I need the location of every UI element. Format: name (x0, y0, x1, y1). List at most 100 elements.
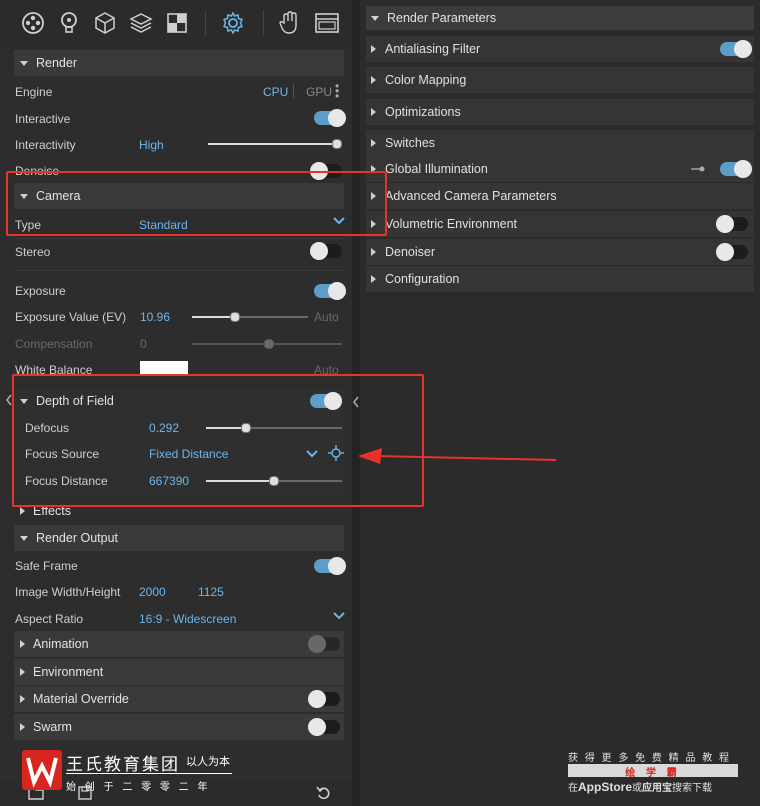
volumetric-environment-toggle[interactable] (716, 215, 748, 233)
exposure-slider-fill (192, 316, 235, 318)
interactivity-slider-knob[interactable] (332, 139, 342, 149)
stereo-label: Stereo (15, 245, 51, 259)
material-override-section-title: Material Override (33, 692, 129, 706)
rp-item-configuration[interactable]: Configuration (366, 266, 754, 292)
aspect-ratio-label: Aspect Ratio (15, 612, 84, 626)
divider (14, 270, 344, 271)
expand-triangle-icon (371, 275, 376, 283)
collapse-triangle-icon (20, 60, 28, 66)
watermark-text: 或 (632, 783, 642, 794)
animation-toggle[interactable] (308, 635, 340, 653)
watermark-right-line2: 绘 学 霸 (625, 768, 681, 779)
render-section-header[interactable]: Render (14, 50, 344, 76)
watermark-right-line1: 获 得 更 多 免 费 精 品 教 程 (568, 753, 732, 764)
toolbar-separator (205, 10, 206, 36)
watermark-underline (66, 773, 232, 774)
annotation-box-depth-of-field (12, 374, 424, 507)
exposure-slider-knob[interactable] (230, 312, 240, 322)
environment-section-title: Environment (33, 665, 104, 679)
image-width-input[interactable]: 2000 (139, 585, 166, 599)
engine-separator (293, 84, 294, 98)
watermark-text: 应用宝 (642, 783, 672, 794)
exposure-label: Exposure (15, 284, 66, 298)
chevron-down-icon[interactable] (333, 610, 345, 624)
render-section-title: Render (36, 56, 77, 70)
compensation-label: Compensation (15, 337, 93, 351)
interactivity-label: Interactivity (15, 138, 76, 152)
safe-frame-label: Safe Frame (15, 559, 78, 573)
render-output-section-header[interactable]: Render Output (14, 525, 344, 551)
exposure-value-input[interactable]: 10.96 (140, 310, 170, 324)
rp-item-switches[interactable]: Switches (366, 130, 754, 156)
image-width-height-label: Image Width/Height (15, 585, 121, 599)
denoiser-toggle[interactable] (716, 243, 748, 261)
lens-icon[interactable] (19, 9, 47, 37)
swarm-section-header[interactable]: Swarm (14, 714, 344, 740)
rp-item-advanced-camera-parameters[interactable]: Advanced Camera Parameters (366, 183, 754, 209)
watermark-slogan: 以人为本 (186, 756, 230, 768)
rp-item-denoiser[interactable]: Denoiser (366, 239, 754, 265)
rp-item-volumetric-environment[interactable]: Volumetric Environment (366, 211, 754, 237)
antialiasing-filter-toggle[interactable] (720, 40, 752, 58)
reset-icon[interactable] (316, 785, 332, 804)
annotation-box-camera (6, 171, 387, 236)
bulb-icon[interactable] (55, 9, 83, 37)
compensation-slider-knob[interactable] (264, 339, 274, 349)
material-override-section-header[interactable]: Material Override (14, 686, 344, 712)
toolbar (0, 0, 352, 46)
exposure-value-label: Exposure Value (EV) (15, 310, 127, 324)
expand-triangle-icon (20, 668, 25, 676)
stereo-toggle[interactable] (310, 242, 342, 260)
hand-icon[interactable] (276, 9, 304, 37)
render-parameters-title: Render Parameters (387, 11, 497, 25)
render-parameters-header[interactable]: Render Parameters (366, 6, 754, 30)
expand-triangle-icon (371, 248, 376, 256)
collapse-triangle-icon (20, 535, 28, 541)
exposure-auto-button[interactable]: Auto (314, 310, 339, 324)
rp-item-antialiasing-filter[interactable]: Antialiasing Filter (366, 36, 754, 62)
engine-gpu-option[interactable]: GPU (306, 85, 332, 99)
interactive-toggle[interactable] (314, 109, 346, 127)
divider (14, 238, 344, 239)
checker-icon[interactable] (163, 9, 191, 37)
image-height-input[interactable]: 1125 (198, 585, 224, 599)
expand-triangle-icon (371, 108, 376, 116)
cube-icon[interactable] (91, 9, 119, 37)
collapse-triangle-icon (371, 15, 379, 21)
more-vertical-icon[interactable]: • • • (335, 80, 339, 102)
rp-item-optimizations[interactable]: Optimizations (366, 99, 754, 125)
rp-item-label: Denoiser (385, 245, 436, 259)
interactivity-slider[interactable] (208, 143, 340, 145)
material-override-toggle[interactable] (308, 690, 340, 708)
rp-item-color-mapping[interactable]: Color Mapping (366, 67, 754, 93)
animation-section-title: Animation (33, 637, 89, 651)
engine-label: Engine (15, 85, 53, 99)
annotation-arrow-icon (358, 448, 557, 464)
watermark-right-line3: 在AppStore或应用宝搜索下载 (568, 779, 712, 794)
expand-triangle-icon (20, 640, 25, 648)
exposure-toggle[interactable] (314, 282, 346, 300)
expand-triangle-icon (371, 45, 376, 53)
rp-item-label: Antialiasing Filter (385, 42, 481, 56)
expand-triangle-icon (20, 723, 25, 731)
gear-icon[interactable] (219, 9, 247, 37)
aspect-ratio-select[interactable]: 16:9 - Widescreen (139, 612, 236, 626)
rp-item-label: Volumetric Environment (385, 217, 518, 231)
safe-frame-toggle[interactable] (314, 557, 346, 575)
white-balance-swatch[interactable] (140, 361, 188, 375)
rp-item-label: Optimizations (385, 105, 461, 119)
global-illumination-toggle[interactable] (720, 160, 752, 178)
compensation-value[interactable]: 0 (140, 337, 147, 351)
link-arrow-icon[interactable] (690, 163, 706, 177)
swarm-toggle[interactable] (308, 718, 340, 736)
window-icon[interactable] (313, 9, 341, 37)
engine-cpu-option[interactable]: CPU (263, 85, 288, 99)
rp-item-label: Color Mapping (385, 73, 467, 87)
layers-icon[interactable] (127, 9, 155, 37)
watermark-text: 在 (568, 783, 578, 794)
interactivity-value[interactable]: High (139, 138, 164, 152)
watermark-text: 搜索下载 (672, 783, 712, 794)
rp-item-label: Configuration (385, 272, 460, 286)
environment-section-header[interactable]: Environment (14, 659, 344, 685)
animation-section-header[interactable]: Animation (14, 631, 344, 657)
